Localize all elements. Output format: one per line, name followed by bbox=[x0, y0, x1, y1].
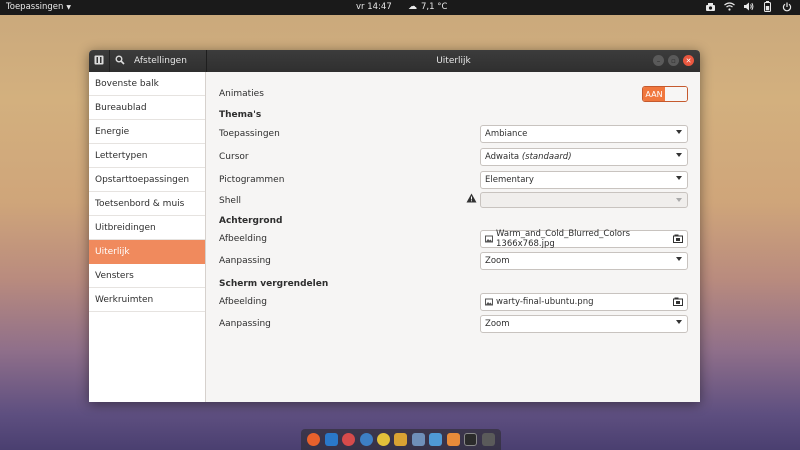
lock-adjust-select[interactable]: Zoom bbox=[480, 315, 688, 333]
qbittorrent-icon[interactable] bbox=[359, 433, 373, 446]
settings-window: Afstellingen Uiterlijk – ▫ ✕ Bovenste ba… bbox=[89, 50, 700, 402]
close-icon: ✕ bbox=[685, 56, 692, 65]
background-adjust-value: Zoom bbox=[485, 256, 510, 266]
cloud-icon: ☁ bbox=[408, 2, 417, 12]
animations-row: Animaties bbox=[219, 85, 689, 103]
toggle-knob bbox=[665, 87, 687, 101]
power-icon[interactable] bbox=[781, 1, 792, 12]
open-file-icon bbox=[673, 297, 683, 309]
archive-manager-icon[interactable] bbox=[394, 433, 408, 446]
sidebar-item-bovenste-balk[interactable]: Bovenste balk bbox=[89, 72, 205, 96]
cursor-theme-label: Cursor bbox=[219, 152, 249, 162]
lock-adjust-value: Zoom bbox=[485, 319, 510, 329]
update-icon[interactable] bbox=[705, 1, 716, 12]
toggle-on-label: AAN bbox=[643, 87, 665, 101]
download-icon[interactable] bbox=[429, 433, 443, 446]
sidebar-item-toetsenbord-muis[interactable]: Toetsenbord & muis bbox=[89, 192, 205, 216]
dropdown-arrow-icon bbox=[676, 257, 682, 261]
background-adjust-label: Aanpassing bbox=[219, 256, 271, 266]
thunderbird-icon[interactable] bbox=[324, 433, 338, 446]
cursor-theme-default-note: (standaard) bbox=[521, 152, 572, 162]
background-image-picker[interactable]: Warm_and_Cold_Blurred_Colors 1366x768.jp… bbox=[480, 229, 688, 249]
lock-image-value: warty-final-ubuntu.png bbox=[496, 297, 594, 307]
cursor-theme-select[interactable]: Adwaita (standaard) bbox=[480, 148, 688, 166]
battery-icon[interactable] bbox=[762, 1, 773, 12]
animations-toggle[interactable]: AAN bbox=[642, 86, 688, 102]
appearance-panel: Animaties AAN Thema's Toepassingen Ambia… bbox=[206, 72, 700, 402]
lock-screen-heading: Scherm vergrendelen bbox=[219, 279, 329, 289]
sidebar-item-energie[interactable]: Energie bbox=[89, 120, 205, 144]
window-title: Uiterlijk bbox=[206, 50, 700, 72]
cursor-theme-value: Adwaita bbox=[485, 152, 520, 162]
image-file-icon bbox=[485, 298, 493, 306]
sidebar-item-opstarttoepassingen[interactable]: Opstarttoepassingen bbox=[89, 168, 205, 192]
dropdown-arrow-icon bbox=[676, 198, 682, 202]
gnome-software-icon[interactable] bbox=[342, 433, 356, 446]
sidebar-item-werkruimten[interactable]: Werkruimten bbox=[89, 288, 205, 312]
sidebar-item-vensters[interactable]: Vensters bbox=[89, 264, 205, 288]
disc-burner-icon[interactable] bbox=[377, 433, 391, 446]
sidebar-header: Afstellingen bbox=[89, 50, 206, 72]
app-menu-button[interactable] bbox=[89, 50, 109, 72]
warning-icon[interactable] bbox=[466, 193, 477, 206]
image-file-icon bbox=[485, 235, 493, 243]
applications-theme-select[interactable]: Ambiance bbox=[480, 125, 688, 143]
weather-temperature: 7,1 °C bbox=[421, 2, 448, 12]
open-file-icon bbox=[673, 234, 683, 246]
minimize-icon: – bbox=[656, 56, 661, 65]
titlebar[interactable]: Afstellingen Uiterlijk – ▫ ✕ bbox=[89, 50, 700, 72]
sidebar-item-uiterlijk[interactable]: Uiterlijk bbox=[89, 240, 205, 264]
sidebar-title: Afstellingen bbox=[134, 56, 187, 66]
applications-menu[interactable]: Toepassingen ▼ bbox=[6, 2, 71, 12]
lock-adjust-label: Aanpassing bbox=[219, 319, 271, 329]
system-monitor-icon[interactable] bbox=[481, 433, 495, 446]
volume-icon[interactable] bbox=[743, 1, 754, 12]
animations-label: Animaties bbox=[219, 89, 264, 99]
maximize-icon: ▫ bbox=[671, 56, 676, 65]
shell-theme-label: Shell bbox=[219, 196, 241, 206]
icons-theme-label: Pictogrammen bbox=[219, 175, 285, 185]
icons-theme-select[interactable]: Elementary bbox=[480, 171, 688, 189]
background-image-label: Afbeelding bbox=[219, 234, 267, 244]
dropdown-arrow-icon bbox=[676, 153, 682, 157]
clock[interactable]: vr 14:47 bbox=[356, 2, 392, 12]
firefox-icon[interactable] bbox=[307, 433, 321, 446]
window-controls: – ▫ ✕ bbox=[653, 55, 694, 66]
dropdown-arrow-icon bbox=[676, 176, 682, 180]
dropdown-arrow-icon bbox=[676, 130, 682, 134]
sidebar-item-lettertypen[interactable]: Lettertypen bbox=[89, 144, 205, 168]
applications-theme-label: Toepassingen bbox=[219, 129, 280, 139]
settings-sidebar: Bovenste balk Bureaublad Energie Lettert… bbox=[89, 72, 206, 402]
icons-theme-value: Elementary bbox=[485, 175, 534, 185]
dock bbox=[301, 429, 501, 450]
search-icon bbox=[115, 55, 125, 68]
terminal-icon[interactable] bbox=[464, 433, 478, 446]
applications-theme-value: Ambiance bbox=[485, 129, 528, 139]
dropdown-arrow-icon bbox=[676, 320, 682, 324]
background-adjust-select[interactable]: Zoom bbox=[480, 252, 688, 270]
weather-indicator[interactable]: ☁ 7,1 °C bbox=[408, 2, 447, 12]
top-bar: Toepassingen ▼ vr 14:47 ☁ 7,1 °C bbox=[0, 0, 800, 15]
background-image-value: Warm_and_Cold_Blurred_Colors 1366x768.jp… bbox=[496, 229, 631, 249]
tweak-icon bbox=[94, 55, 104, 68]
close-button[interactable]: ✕ bbox=[683, 55, 694, 66]
lock-image-label: Afbeelding bbox=[219, 297, 267, 307]
text-editor-icon[interactable] bbox=[411, 433, 425, 446]
search-button[interactable] bbox=[110, 50, 130, 72]
lock-image-picker[interactable]: warty-final-ubuntu.png bbox=[480, 293, 688, 311]
system-tray bbox=[705, 1, 792, 12]
maximize-button[interactable]: ▫ bbox=[668, 55, 679, 66]
shell-theme-select[interactable] bbox=[480, 192, 688, 208]
settings-app-icon[interactable] bbox=[446, 433, 460, 446]
background-heading: Achtergrond bbox=[219, 216, 283, 226]
sidebar-item-uitbreidingen[interactable]: Uitbreidingen bbox=[89, 216, 205, 240]
minimize-button[interactable]: – bbox=[653, 55, 664, 66]
applications-menu-label: Toepassingen bbox=[6, 2, 64, 12]
sidebar-item-bureaublad[interactable]: Bureaublad bbox=[89, 96, 205, 120]
wifi-icon[interactable] bbox=[724, 1, 735, 12]
chevron-down-icon: ▼ bbox=[66, 3, 72, 11]
themes-heading: Thema's bbox=[219, 110, 262, 120]
